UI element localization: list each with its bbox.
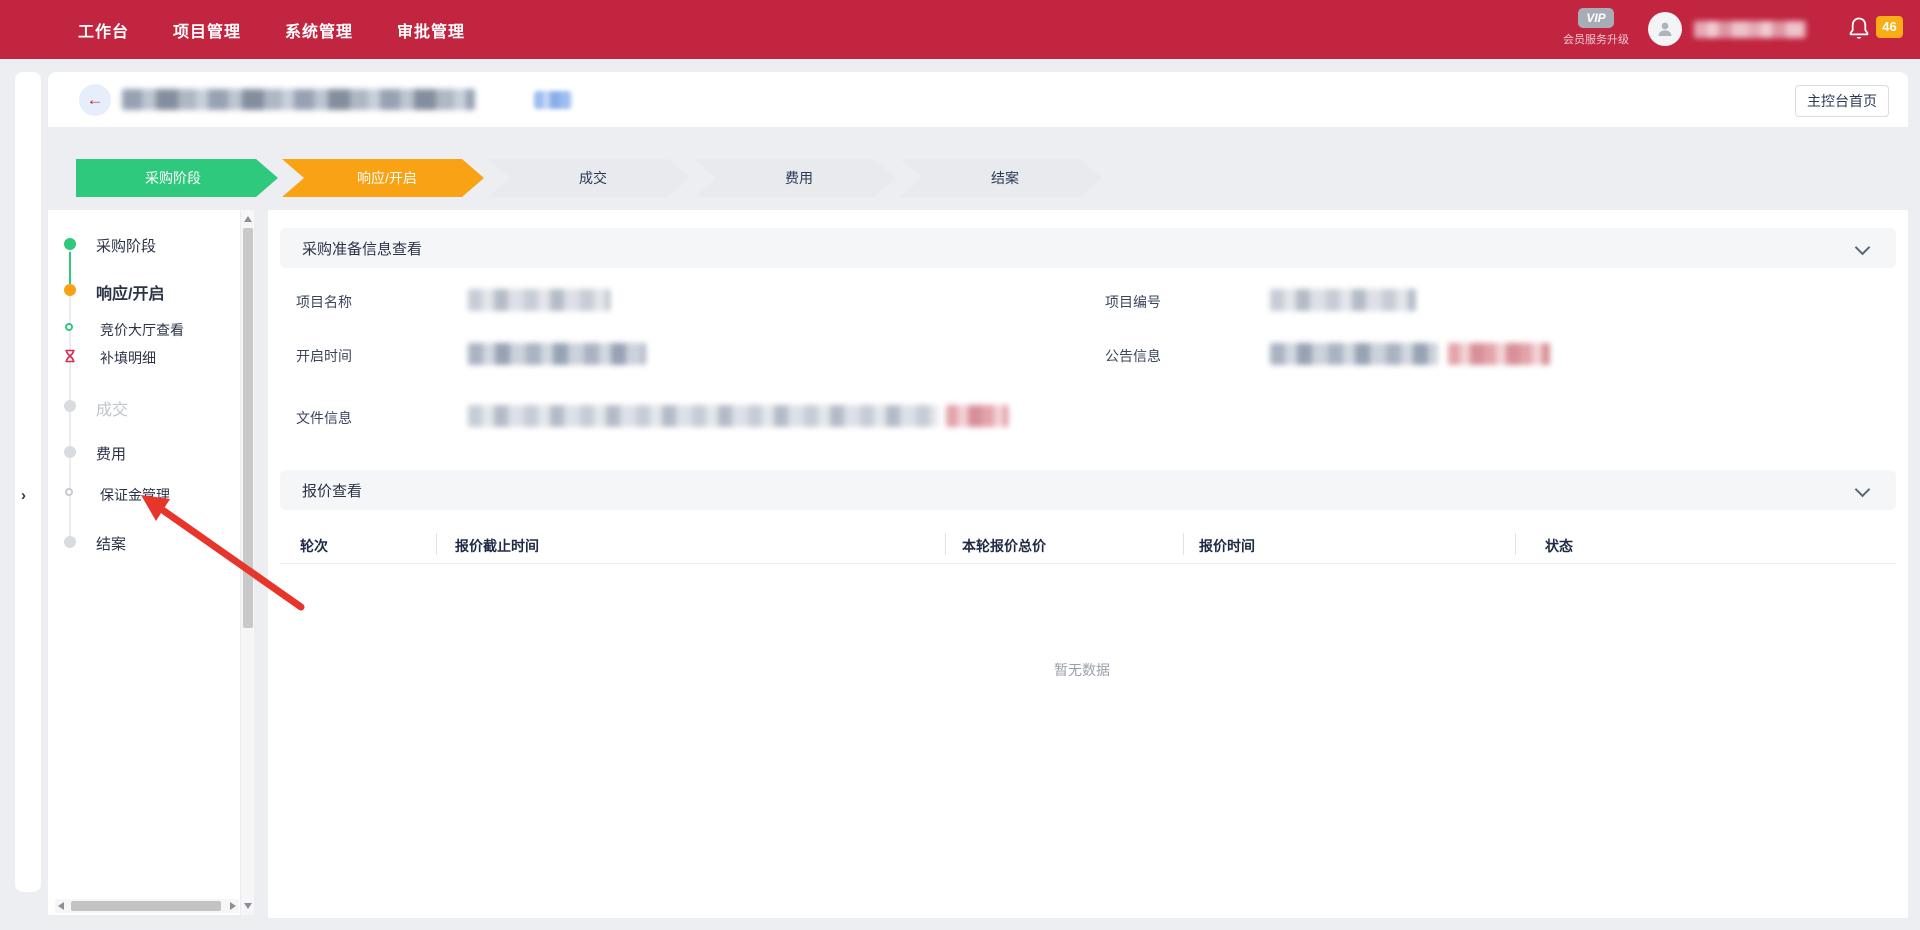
main-content: 采购准备信息查看 项目名称 项目编号 开启时间 公告信息 文件信息 报价查看 轮… [268, 210, 1908, 918]
arrow-left-icon: ← [87, 90, 104, 109]
scroll-right-icon[interactable] [230, 902, 236, 910]
project-no-value-redacted [1270, 289, 1416, 311]
vip-upgrade[interactable]: VIP 会员服务升级 [1556, 8, 1636, 47]
announcement-link-redacted[interactable] [1448, 343, 1550, 365]
column-divider [436, 533, 437, 555]
step-closing[interactable]: 结案 [900, 159, 1102, 197]
substep-ring-icon [65, 323, 73, 331]
field-label-project-no: 项目编号 [1105, 292, 1161, 312]
file-info-value-redacted [468, 405, 938, 427]
column-divider [1183, 533, 1184, 555]
notification-bell[interactable] [1848, 16, 1870, 42]
console-home-button[interactable]: 主控台首页 [1795, 85, 1889, 117]
process-stepper: 采购阶段 响应/开启 成交 费用 结案 [76, 159, 1106, 197]
page-header: ← 主控台首页 [48, 72, 1908, 127]
field-label-file-info: 文件信息 [296, 408, 352, 428]
collapsed-panel-strip: › [15, 72, 41, 892]
prep-info-section-title: 采购准备信息查看 [302, 238, 422, 259]
notification-count-badge[interactable]: 46 [1876, 16, 1903, 38]
column-divider [945, 533, 946, 555]
back-button[interactable]: ← [79, 84, 111, 116]
user-icon [1655, 19, 1675, 39]
stage-dot-completed-icon [64, 238, 76, 250]
chevron-down-icon[interactable] [1855, 482, 1871, 498]
column-header-quote-time: 报价时间 [1199, 536, 1255, 556]
nav-item-project-management[interactable]: 项目管理 [173, 18, 241, 42]
column-header-quote-deadline: 报价截止时间 [455, 536, 539, 556]
panel-expand-icon[interactable]: › [21, 487, 26, 504]
column-header-status: 状态 [1545, 536, 1573, 556]
top-navbar: 工作台 项目管理 系统管理 审批管理 VIP 会员服务升级 46 [0, 0, 1920, 59]
column-header-round-total: 本轮报价总价 [962, 536, 1046, 556]
empty-data-placeholder: 暂无数据 [1002, 660, 1162, 680]
stage-timeline-sidebar: 采购阶段 响应/开启 竞价大厅查看 补填明细 成交 费用 保证金管理 [48, 210, 254, 915]
vertical-scroll-thumb[interactable] [243, 228, 253, 628]
step-response-open[interactable]: 响应/开启 [282, 159, 484, 197]
table-header-border [280, 563, 1896, 564]
open-time-value-redacted [468, 343, 646, 365]
project-status-tag-redacted [534, 91, 572, 109]
scroll-left-icon[interactable] [58, 902, 64, 910]
prep-info-section-header[interactable]: 采购准备信息查看 [280, 228, 1896, 268]
scroll-down-icon[interactable] [244, 903, 252, 909]
nav-item-workbench[interactable]: 工作台 [78, 18, 129, 42]
file-link-redacted[interactable] [946, 405, 1008, 427]
main-menu: 工作台 项目管理 系统管理 审批管理 [78, 0, 465, 59]
scroll-up-icon[interactable] [244, 216, 252, 222]
announcement-value-redacted [1270, 343, 1438, 365]
field-label-open-time: 开启时间 [296, 346, 352, 366]
step-fees[interactable]: 费用 [694, 159, 896, 197]
vip-caption: 会员服务升级 [1556, 31, 1636, 47]
chevron-down-icon[interactable] [1855, 240, 1871, 256]
quote-section-header[interactable]: 报价查看 [280, 470, 1896, 510]
stage-dot-disabled-icon [64, 400, 76, 412]
hourglass-icon [63, 349, 77, 363]
stage-dot-current-icon [64, 284, 76, 296]
sidebar-horizontal-scrollbar[interactable] [55, 899, 239, 913]
nav-item-approval-management[interactable]: 审批管理 [397, 18, 465, 42]
project-title-redacted [122, 89, 475, 110]
step-deal[interactable]: 成交 [488, 159, 690, 197]
horizontal-scroll-thumb[interactable] [71, 901, 221, 911]
project-name-value-redacted [468, 289, 610, 311]
substep-ring-icon [65, 488, 73, 496]
username-redacted [1694, 21, 1806, 38]
column-divider [1515, 533, 1516, 555]
nav-item-system-management[interactable]: 系统管理 [285, 18, 353, 42]
field-label-announcement: 公告信息 [1105, 346, 1161, 366]
timeline-connector-done [69, 252, 71, 284]
user-avatar[interactable] [1648, 12, 1682, 46]
stage-dot-icon [64, 536, 76, 548]
sidebar-vertical-scrollbar[interactable] [240, 210, 254, 915]
quote-section-title: 报价查看 [302, 480, 362, 501]
field-label-project-name: 项目名称 [296, 292, 352, 312]
stage-dot-icon [64, 446, 76, 458]
step-procurement-stage[interactable]: 采购阶段 [76, 159, 278, 197]
column-header-round: 轮次 [300, 536, 328, 556]
vip-icon: VIP [1578, 8, 1614, 28]
app-window: 工作台 项目管理 系统管理 审批管理 VIP 会员服务升级 46 › [0, 0, 1920, 930]
bell-icon [1848, 16, 1870, 42]
